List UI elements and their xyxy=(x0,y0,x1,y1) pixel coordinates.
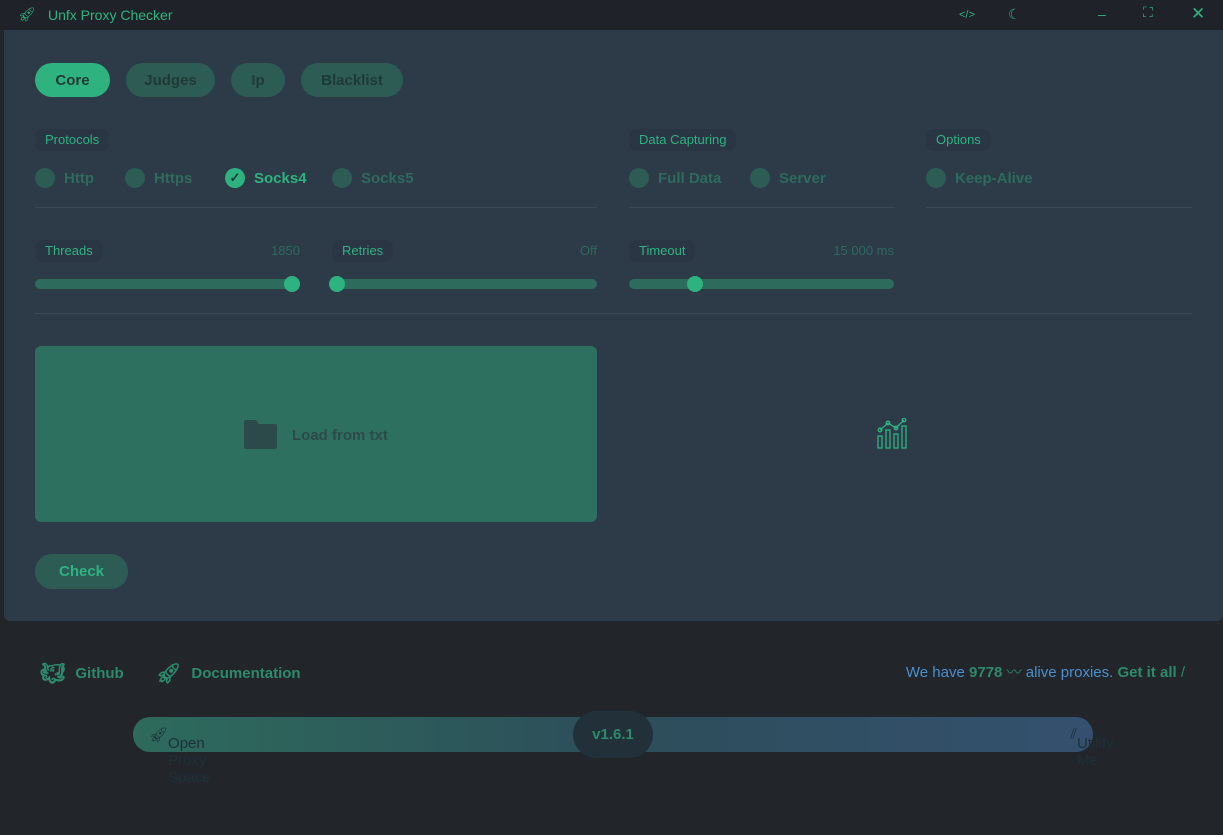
timeout-label: Timeout xyxy=(629,240,696,262)
check-icon: ✓ xyxy=(225,168,245,188)
checkbox-label: Keep-Alive xyxy=(955,169,1033,187)
github-icon: 🐙︎ xyxy=(40,663,66,685)
checkbox-label: Socks4 xyxy=(254,169,307,187)
moon-icon[interactable]: ☾ xyxy=(1008,6,1021,23)
documentation-label: Documentation xyxy=(191,665,301,682)
slider-handle[interactable] xyxy=(329,276,346,292)
slider-handle[interactable] xyxy=(284,276,301,292)
checkbox-icon xyxy=(750,168,770,188)
divider xyxy=(629,207,895,208)
slider-handle[interactable] xyxy=(687,276,704,292)
data-capturing-label: Data Capturing xyxy=(629,129,737,151)
divider xyxy=(35,313,1192,314)
options-label: Options xyxy=(926,129,991,151)
checkbox-server[interactable]: Server xyxy=(750,168,826,188)
checkbox-socks5[interactable]: Socks5 xyxy=(332,168,414,188)
github-label: Github xyxy=(75,665,124,682)
tab-core[interactable]: Core xyxy=(35,63,110,97)
tab-judges[interactable]: Judges xyxy=(126,63,215,97)
retries-label: Retries xyxy=(332,240,394,262)
rocket-icon: 🚀︎ xyxy=(156,663,182,685)
checkbox-icon xyxy=(926,168,946,188)
timeout-value: 15 000 ms xyxy=(833,243,894,258)
stats-count: 9778 xyxy=(969,664,1003,681)
threads-value: 1850 xyxy=(271,243,300,258)
divider xyxy=(926,207,1192,208)
checkbox-label: Socks5 xyxy=(361,169,414,187)
protocols-label: Protocols xyxy=(35,129,110,151)
checkbox-icon xyxy=(125,168,145,188)
checkbox-keep-alive[interactable]: Keep-Alive xyxy=(926,168,1033,188)
get-it-all-link[interactable]: Get it all xyxy=(1117,664,1176,681)
app-title: Unfx Proxy Checker xyxy=(48,7,173,23)
timeout-slider[interactable] xyxy=(629,276,894,292)
checkbox-label: Http xyxy=(64,169,94,187)
checkbox-icon xyxy=(35,168,55,188)
close-icon[interactable]: ✕ xyxy=(1191,4,1205,24)
stats-prefix: We have xyxy=(905,664,965,681)
checkbox-icon xyxy=(332,168,352,188)
tab-blacklist[interactable]: Blacklist xyxy=(301,63,403,97)
threads-label: Threads xyxy=(35,240,103,262)
checkbox-socks4[interactable]: ✓ Socks4 xyxy=(225,168,307,188)
checkbox-icon xyxy=(629,168,649,188)
load-label: Load from txt xyxy=(292,427,388,444)
alive-proxies-stats: We have 9778 〰 alive proxies. Get it all… xyxy=(906,661,1185,682)
github-link[interactable]: 🐙︎ Github xyxy=(40,661,124,686)
titlebar: 🚀︎ Unfx Proxy Checker </> ☾ – ⛶ ✕ xyxy=(0,0,1223,30)
minimize-icon[interactable]: – xyxy=(1098,6,1106,22)
open-proxy-space-label: Open Proxy Space xyxy=(168,735,211,786)
code-icon[interactable]: </> xyxy=(959,9,975,21)
version-badge: v1.6.1 xyxy=(573,711,653,758)
pen-icon: / xyxy=(1180,664,1185,681)
utilify-me-label: Utilify Me xyxy=(1077,735,1114,769)
checkbox-label: Full Data xyxy=(658,169,722,187)
retries-value: Off xyxy=(579,243,597,258)
documentation-link[interactable]: 🚀︎ Documentation xyxy=(156,661,301,686)
checkbox-full-data[interactable]: Full Data xyxy=(629,168,721,188)
load-from-txt-button[interactable]: Load from txt xyxy=(35,346,597,522)
threads-slider[interactable] xyxy=(35,276,301,292)
checkbox-http[interactable]: Http xyxy=(35,168,94,188)
check-button[interactable]: Check xyxy=(35,554,128,589)
divider xyxy=(35,207,597,208)
trend-icon: 〰 xyxy=(1006,664,1022,681)
rocket-icon: 🚀︎ xyxy=(18,6,36,22)
open-proxy-space-link[interactable]: 🚀︎ Open Proxy Space xyxy=(149,726,211,786)
retries-slider[interactable] xyxy=(329,276,597,292)
checkbox-https[interactable]: Https xyxy=(125,168,192,188)
checkbox-label: Server xyxy=(779,169,826,187)
checkbox-label: Https xyxy=(154,169,193,187)
chart-icon xyxy=(877,418,907,449)
main-panel: Core Judges Ip Blacklist Protocols Data … xyxy=(4,30,1223,621)
utilify-me-link[interactable]: ⫽ Utilify Me xyxy=(1070,726,1113,769)
folder-icon xyxy=(244,420,277,449)
stats-suffix: alive proxies. xyxy=(1025,664,1114,681)
maximize-icon[interactable]: ⛶ xyxy=(1143,4,1153,21)
tab-ip[interactable]: Ip xyxy=(231,63,285,97)
